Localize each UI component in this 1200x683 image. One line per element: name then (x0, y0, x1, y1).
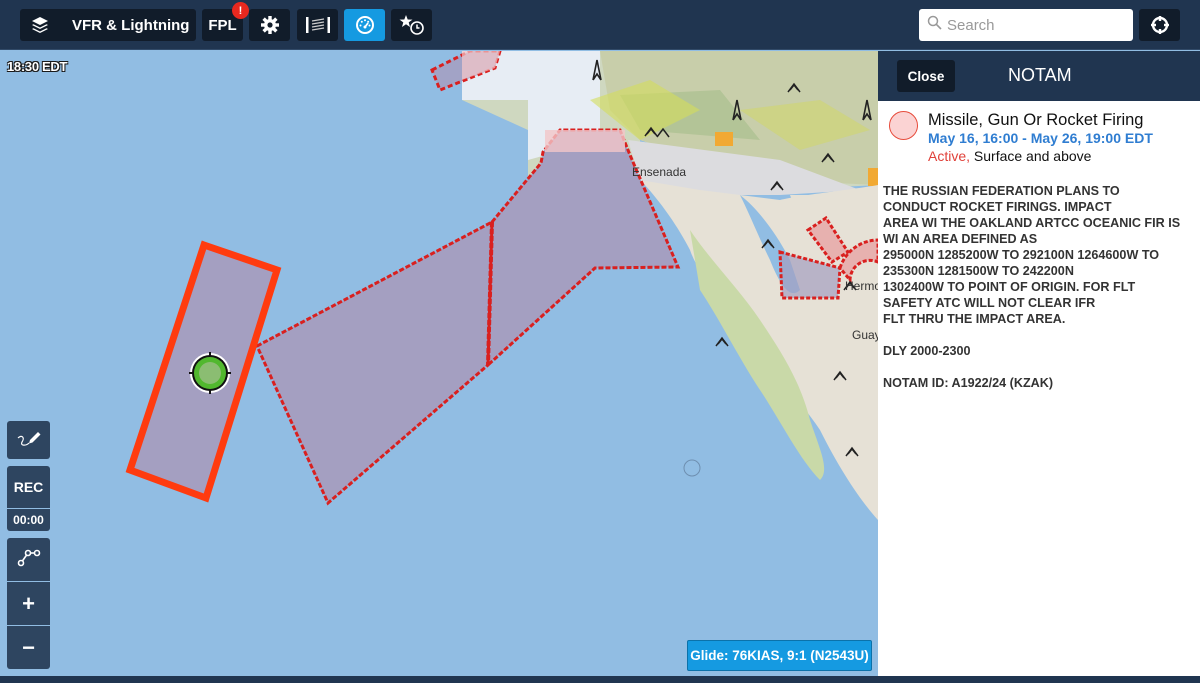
favorites-recents-button[interactable] (391, 9, 432, 41)
map-view[interactable]: Ensenada Hermo Guay 18:30 EDT REC 00:00 … (0, 51, 878, 676)
panel-header: Close NOTAM (878, 51, 1200, 101)
route-icon (17, 547, 41, 572)
bottom-bar (0, 676, 1200, 683)
panel-title: NOTAM (1008, 65, 1072, 85)
alert-badge: ! (232, 2, 249, 19)
glide-advisor-button[interactable]: Glide: 76KIAS, 9:1 (N2543U) (687, 640, 872, 671)
crosshair-icon (1150, 15, 1170, 35)
record-timer: 00:00 (7, 509, 50, 531)
layers-icon (22, 15, 58, 35)
notam-type-icon (889, 111, 918, 140)
settings-button[interactable] (249, 9, 290, 41)
close-button[interactable]: Close (897, 60, 955, 92)
top-toolbar: VFR & Lightning FPL ! (0, 0, 1200, 50)
notam-summary: Missile, Gun Or Rocket Firing May 16, 16… (878, 101, 1200, 179)
notam-status: Active, (928, 148, 971, 164)
notam-type: Missile, Gun Or Rocket Firing (928, 111, 1144, 129)
city-label-ensenada: Ensenada (632, 165, 686, 179)
search-box[interactable] (919, 9, 1133, 41)
land (640, 180, 878, 520)
map-layer-label: VFR & Lightning (72, 16, 190, 34)
instruments-button[interactable] (344, 9, 385, 41)
notam-time-range: May 16, 16:00 - May 26, 19:00 EDT (928, 130, 1153, 146)
star-clock-icon (399, 14, 425, 36)
zoom-out-button[interactable]: − (7, 626, 50, 669)
warning-area-west[interactable] (255, 219, 494, 506)
search-input[interactable] (947, 16, 1127, 34)
pencil-icon (16, 428, 42, 453)
gauge-icon (355, 15, 375, 35)
wind-button[interactable] (297, 9, 338, 41)
wind-icon (305, 15, 331, 35)
gear-icon (260, 15, 280, 35)
flight-plan-button[interactable]: FPL ! (202, 2, 249, 41)
notam-altitude: Surface and above (970, 148, 1092, 164)
route-button[interactable] (7, 538, 50, 581)
record-button[interactable]: REC (7, 466, 50, 508)
map-timestamp: 18:30 EDT (7, 59, 68, 74)
island-outline (683, 459, 701, 477)
notam-schedule: DLY 2000-2300 (883, 344, 971, 358)
center-on-location-button[interactable] (1139, 9, 1180, 41)
map-canvas[interactable]: Ensenada Hermo Guay (0, 51, 878, 676)
notam-text: THE RUSSIAN FEDERATION PLANS TO CONDUCT … (883, 184, 1181, 326)
map-layers-button[interactable]: VFR & Lightning (20, 9, 196, 41)
city-label-hermosillo: Hermo (845, 279, 878, 293)
notam-panel: Close NOTAM Missile, Gun Or Rocket Firin… (878, 51, 1200, 676)
zoom-in-button[interactable]: + (7, 582, 50, 625)
notam-body: THE RUSSIAN FEDERATION PLANS TO CONDUCT … (878, 179, 1200, 391)
city-label-guaymas: Guay (852, 328, 878, 342)
draw-button[interactable] (7, 421, 50, 459)
flight-plan-label: FPL (208, 16, 237, 34)
chart-overlap (545, 130, 625, 152)
search-icon (927, 15, 942, 35)
notam-id: NOTAM ID: A1922/24 (KZAK) (883, 376, 1054, 390)
notam-status-line: Active, Surface and above (928, 147, 1200, 165)
